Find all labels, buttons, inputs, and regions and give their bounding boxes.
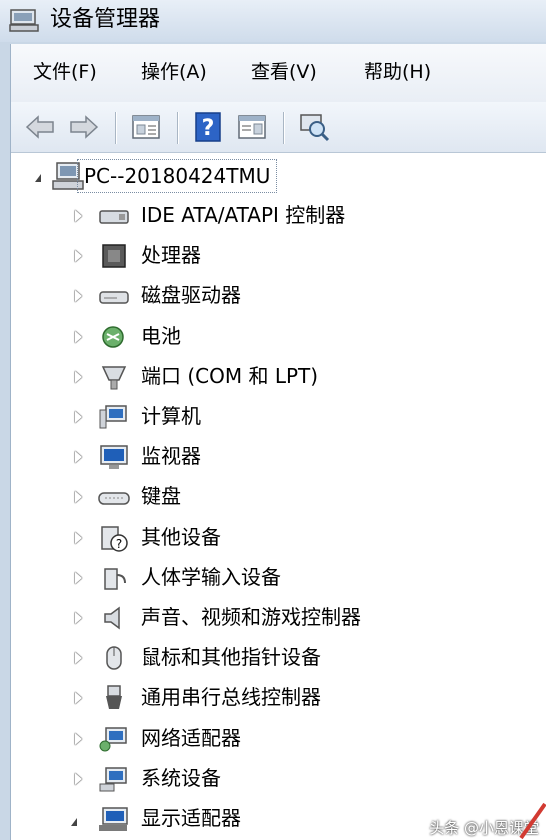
tree-root-label: PC--20180424TMU: [77, 159, 278, 193]
tree-item[interactable]: 电池: [11, 318, 546, 358]
window-title: 设备管理器: [50, 7, 161, 32]
speaker-icon: [104, 606, 120, 630]
tree-item-label: 电池: [141, 323, 181, 348]
expand-arrow-icon[interactable]: [75, 772, 82, 785]
tree-item[interactable]: 监视器: [11, 438, 546, 478]
expand-arrow-icon[interactable]: [75, 732, 82, 745]
expand-arrow-icon[interactable]: [75, 612, 82, 624]
tree-item[interactable]: IDE ATA/ATAPI 控制器: [11, 197, 546, 237]
tree-item-label: 网络适配器: [141, 725, 241, 750]
tree-item[interactable]: 系统设备: [11, 760, 546, 800]
menu-action[interactable]: 操作(A): [141, 58, 207, 86]
scan-hardware-icon[interactable]: [297, 110, 331, 144]
expand-arrow-icon[interactable]: [75, 571, 82, 584]
hid-icon: [104, 568, 126, 590]
tree-item-label: 通用串行总线控制器: [141, 685, 321, 710]
svg-text:?: ?: [116, 537, 122, 551]
device-manager-window: 文件(F) 操作(A) 查看(V) 帮助(H) ? PC--20180424TM…: [10, 44, 546, 840]
tree-item-label: 显示适配器: [141, 806, 241, 830]
monitor-icon: [100, 445, 128, 470]
tree-item-label: 键盘: [141, 484, 181, 509]
tree-item-label: IDE ATA/ATAPI 控制器: [141, 203, 346, 227]
collapse-arrow-icon[interactable]: [35, 174, 41, 182]
tree-item-label: 磁盘驱动器: [141, 283, 241, 308]
tree-item-label: 其他设备: [141, 524, 221, 549]
help-icon[interactable]: ?: [191, 110, 225, 144]
usb-icon: [106, 685, 122, 710]
expand-arrow-icon[interactable]: [75, 411, 82, 423]
device-manager-icon: [9, 9, 39, 32]
tree-item-label: 鼠标和其他指针设备: [141, 645, 321, 670]
back-arrow-icon[interactable]: [23, 110, 57, 144]
keyboard-icon: [98, 492, 130, 506]
forward-arrow-icon[interactable]: [67, 110, 101, 144]
port-icon: [101, 366, 127, 390]
computer-icon: [99, 405, 127, 429]
red-annotation-mark: [519, 802, 546, 840]
tree-root[interactable]: PC--20180424TMU: [11, 156, 546, 196]
expand-arrow-icon[interactable]: [75, 451, 82, 464]
collapse-arrow-icon[interactable]: [71, 818, 77, 826]
expand-arrow-icon[interactable]: [75, 531, 82, 544]
menu-bar: 文件(F) 操作(A) 查看(V) 帮助(H): [11, 44, 546, 102]
tree-item[interactable]: 处理器: [11, 237, 546, 277]
svg-text:?: ?: [202, 116, 215, 141]
tree-item[interactable]: 网络适配器: [11, 720, 546, 760]
tree-item[interactable]: 声音、视频和游戏控制器: [11, 599, 546, 639]
network-adapter-icon: [99, 726, 127, 752]
tree-item-label: 声音、视频和游戏控制器: [141, 605, 361, 629]
toolbar-separator: [115, 112, 116, 144]
device-tree[interactable]: PC--20180424TMU IDE ATA/ATAPI 控制器 处理器磁盘驱动…: [11, 153, 546, 840]
tree-item[interactable]: 磁盘驱动器: [11, 277, 546, 317]
system-device-icon: [99, 767, 127, 792]
toolbar-separator: [283, 112, 284, 144]
tree-item-label: 处理器: [141, 243, 201, 268]
display-adapter-icon: [99, 807, 128, 831]
tree-item[interactable]: 端口 (COM 和 LPT): [11, 358, 546, 398]
tree-item[interactable]: 通用串行总线控制器: [11, 679, 546, 719]
tree-item[interactable]: 计算机: [11, 398, 546, 438]
expand-arrow-icon[interactable]: [75, 491, 82, 504]
tree-item-label: 计算机: [141, 404, 201, 428]
processor-icon: [102, 244, 126, 268]
tree-item-label: 系统设备: [141, 765, 221, 790]
ide-controller-icon: [99, 210, 129, 224]
unknown-device-icon: ?: [101, 525, 128, 552]
mouse-icon: [106, 646, 122, 670]
toolbar-separator: [177, 112, 178, 144]
expand-arrow-icon[interactable]: [75, 652, 82, 665]
expand-arrow-icon[interactable]: [75, 330, 82, 343]
properties-icon[interactable]: [129, 110, 163, 144]
disk-drive-icon: [99, 291, 129, 305]
expand-arrow-icon[interactable]: [75, 290, 82, 303]
title-bar[interactable]: 设备管理器: [0, 0, 546, 42]
toolbar: ?: [11, 102, 546, 153]
menu-help[interactable]: 帮助(H): [364, 58, 431, 86]
battery-icon: [102, 325, 124, 348]
menu-view[interactable]: 查看(V): [251, 58, 317, 86]
expand-arrow-icon[interactable]: [75, 210, 82, 222]
tree-item[interactable]: 键盘: [11, 478, 546, 518]
expand-arrow-icon[interactable]: [75, 370, 82, 383]
tree-item-label: 端口 (COM 和 LPT): [141, 363, 319, 388]
view-icon[interactable]: [235, 110, 269, 144]
menu-file[interactable]: 文件(F): [33, 58, 97, 86]
expand-arrow-icon[interactable]: [75, 250, 82, 263]
tree-item-label: 人体学输入设备: [141, 564, 281, 589]
expand-arrow-icon[interactable]: [75, 692, 82, 705]
tree-item[interactable]: 人体学输入设备: [11, 559, 546, 599]
tree-item[interactable]: ? 其他设备: [11, 519, 546, 559]
tree-item[interactable]: 鼠标和其他指针设备: [11, 639, 546, 679]
tree-item-label: 监视器: [141, 444, 201, 469]
